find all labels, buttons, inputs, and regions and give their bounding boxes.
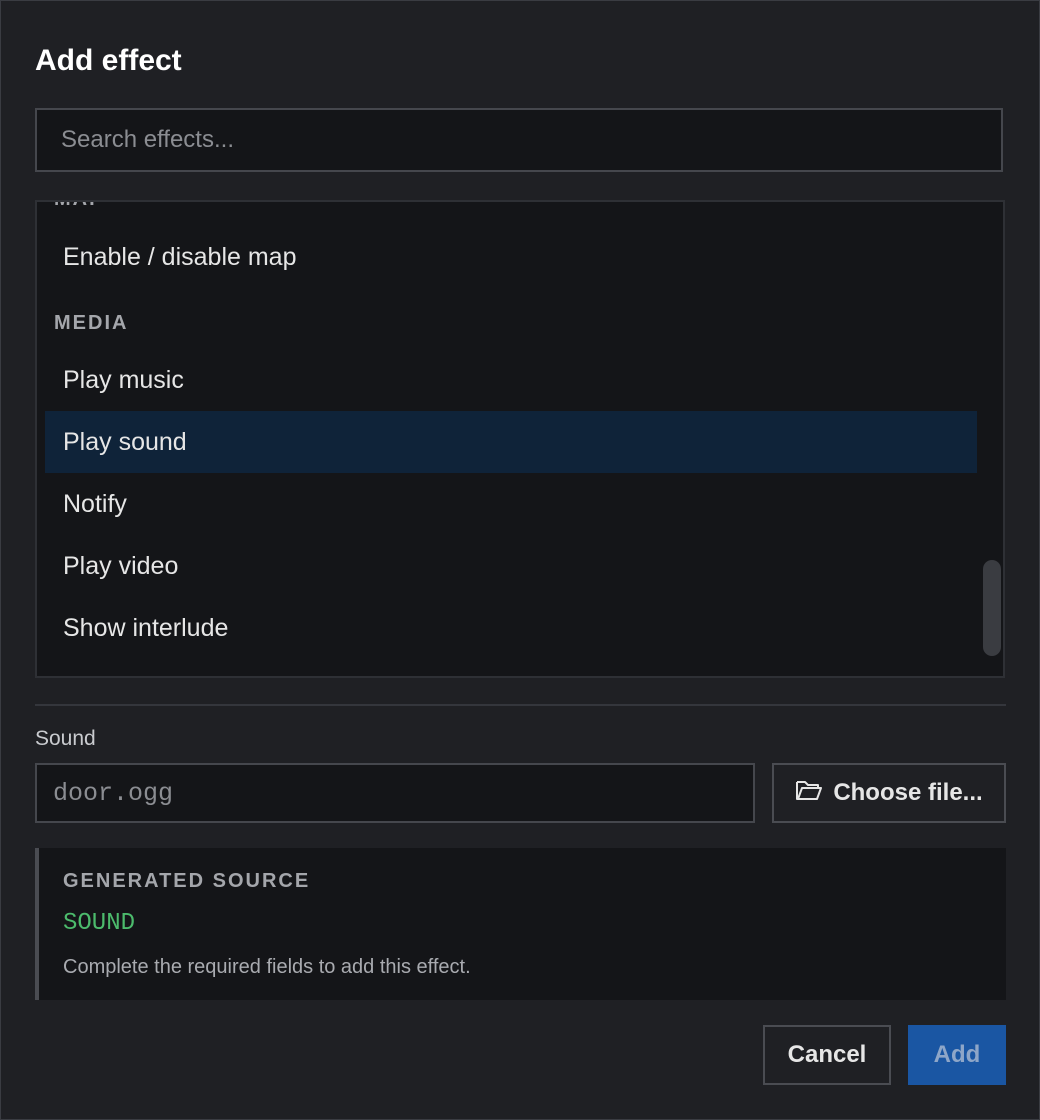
dialog-title: Add effect — [35, 44, 182, 77]
list-item-play-video[interactable]: Play video — [45, 535, 977, 597]
list-item-play-music[interactable]: Play music — [45, 349, 977, 411]
add-button[interactable]: Add — [908, 1025, 1006, 1085]
choose-file-label: Choose file... — [833, 779, 983, 806]
group-header-map: MAP — [54, 202, 104, 211]
effect-list: MAP Enable / disable map MEDIA Play musi… — [35, 200, 1005, 678]
list-item-enable-disable-map[interactable]: Enable / disable map — [45, 226, 977, 288]
search-input[interactable] — [35, 108, 1003, 172]
generated-source-code: SOUND — [63, 910, 136, 937]
cancel-button[interactable]: Cancel — [763, 1025, 891, 1085]
group-header-media: MEDIA — [54, 312, 129, 334]
list-scrollbar[interactable] — [979, 202, 1003, 676]
choose-file-button[interactable]: Choose file... — [772, 763, 1006, 823]
list-item-show-interlude[interactable]: Show interlude — [45, 597, 977, 659]
list-item-play-sound[interactable]: Play sound — [45, 411, 977, 473]
section-divider — [35, 704, 1006, 706]
folder-open-icon — [795, 778, 823, 809]
generated-source-panel: GENERATED SOURCE SOUND Complete the requ… — [35, 848, 1006, 1000]
generated-source-heading: GENERATED SOURCE — [63, 870, 311, 892]
generated-source-note: Complete the required fields to add this… — [63, 956, 471, 978]
sound-field-label: Sound — [35, 727, 96, 750]
list-item-notify[interactable]: Notify — [45, 473, 977, 535]
sound-file-input[interactable] — [35, 763, 755, 823]
scrollbar-thumb[interactable] — [983, 560, 1001, 656]
add-effect-dialog: Add effect MAP Enable / disable map MEDI… — [0, 0, 1040, 1120]
